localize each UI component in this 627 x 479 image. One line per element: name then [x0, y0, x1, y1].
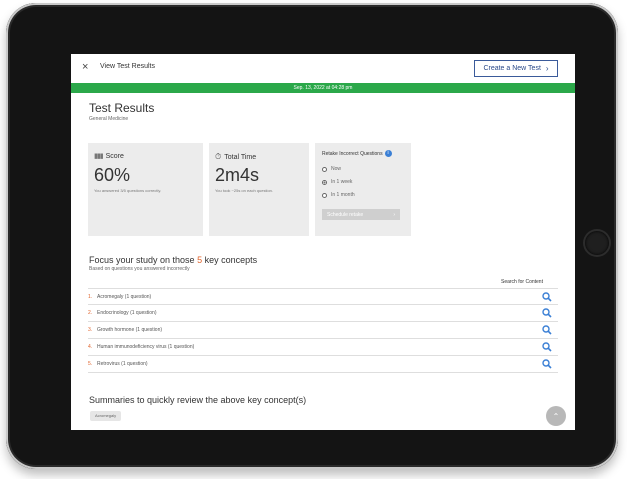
search-icon[interactable] — [542, 292, 552, 302]
concept-row[interactable]: 5. Retrovirus (1 question) — [88, 356, 558, 373]
score-label: Score — [105, 152, 124, 160]
radio-button[interactable] — [322, 192, 327, 198]
page-title: View Test Results — [100, 63, 155, 70]
concept-row[interactable]: 2. Endocrinology (1 question) — [88, 305, 558, 322]
results-heading: Test Results — [89, 101, 155, 115]
concept-number: 1. — [88, 293, 93, 300]
concept-number: 4. — [88, 344, 93, 350]
focus-subtitle: Based on questions you answered incorrec… — [89, 266, 190, 272]
time-header: ⏱ Total Time — [215, 152, 256, 162]
retake-option-1-month[interactable]: In 1 month — [322, 192, 355, 198]
time-value: 2m4s — [215, 165, 260, 185]
search-icon[interactable] — [542, 359, 552, 369]
bar-chart-icon: ▮▮▮ — [94, 153, 104, 160]
time-card: ⏱ Total Time 2m4s You took ~25s on each … — [209, 143, 309, 236]
chevron-right-icon: › — [393, 211, 395, 218]
schedule-retake-button[interactable]: Schedule retake › — [322, 209, 400, 220]
radio-button[interactable] — [322, 179, 327, 185]
retake-title: Retake Incorrect Questions — [322, 150, 383, 157]
focus-heading: Focus your study on those 5 key concepts — [89, 255, 257, 265]
chevron-up-icon: ⌃ — [552, 411, 560, 421]
retake-option-now[interactable]: Now — [322, 166, 341, 172]
scroll-to-top-button[interactable]: ⌃ — [546, 406, 566, 426]
concept-list: 1. Acromegaly (1 question) 2. Endocrinol… — [88, 288, 558, 373]
concept-count: 5 — [197, 255, 203, 265]
concept-label: Endocrinology (1 question) — [97, 310, 157, 316]
retake-option-label: In 1 week — [331, 179, 353, 185]
stopwatch-icon: ⏱ — [215, 152, 222, 161]
create-new-test-label: Create a New Test — [483, 65, 541, 72]
time-note: You took ~25s on each question. — [215, 188, 274, 193]
summaries-heading: Summaries to quickly review the above ke… — [89, 395, 307, 405]
concept-row[interactable]: 4. Human immunodeficiency virus (1 quest… — [88, 339, 558, 356]
search-icon[interactable] — [542, 325, 552, 335]
radio-button[interactable] — [322, 166, 327, 172]
chevron-right-icon: › — [545, 64, 549, 73]
info-icon[interactable]: i — [384, 150, 392, 157]
concept-number: 5. — [88, 361, 93, 367]
retake-panel: Retake Incorrect Questions i Now In 1 we… — [315, 143, 411, 236]
search-for-content-label: Search for Content — [501, 279, 543, 285]
results-subject: General Medicine — [89, 116, 129, 122]
schedule-retake-label: Schedule retake — [327, 211, 364, 218]
concept-label: Retrovirus (1 question) — [97, 361, 148, 367]
retake-option-label: Now — [331, 166, 342, 172]
score-header: ▮▮▮ Score — [94, 152, 124, 161]
focus-heading-suffix: key concepts — [204, 255, 258, 265]
app-screen: × View Test Results Create a New Test › … — [71, 54, 575, 430]
concept-number: 3. — [88, 327, 93, 333]
concept-row[interactable]: 1. Acromegaly (1 question) — [88, 288, 558, 305]
search-icon[interactable] — [542, 342, 552, 352]
home-button[interactable] — [585, 231, 609, 255]
search-icon[interactable] — [542, 308, 552, 318]
create-new-test-button[interactable]: Create a New Test › — [474, 60, 558, 77]
concept-label: Growth hormone (1 question) — [97, 327, 163, 333]
concept-label: Acromegaly (1 question) — [97, 293, 152, 300]
score-card: ▮▮▮ Score 60% You answered 3/5 questions… — [88, 143, 203, 236]
concept-tag[interactable]: Acromegaly — [90, 411, 122, 421]
top-bar: × View Test Results Create a New Test › — [71, 54, 575, 81]
time-label: Total Time — [224, 153, 257, 161]
concept-number: 2. — [88, 310, 93, 316]
concept-label: Human immunodeficiency virus (1 question… — [97, 344, 195, 350]
close-icon[interactable]: × — [82, 61, 88, 73]
score-value: 60% — [94, 165, 131, 185]
retake-header: Retake Incorrect Questions i — [322, 150, 392, 157]
retake-option-1-week[interactable]: In 1 week — [322, 179, 352, 185]
retake-option-label: In 1 month — [331, 192, 355, 198]
date-banner: Sep. 13, 2022 at 04:28 pm — [71, 83, 575, 93]
focus-heading-prefix: Focus your study on those — [89, 255, 195, 265]
score-note: You answered 3/5 questions correctly. — [94, 188, 162, 193]
concept-row[interactable]: 3. Growth hormone (1 question) — [88, 322, 558, 339]
tablet-frame: × View Test Results Create a New Test › … — [6, 3, 618, 469]
